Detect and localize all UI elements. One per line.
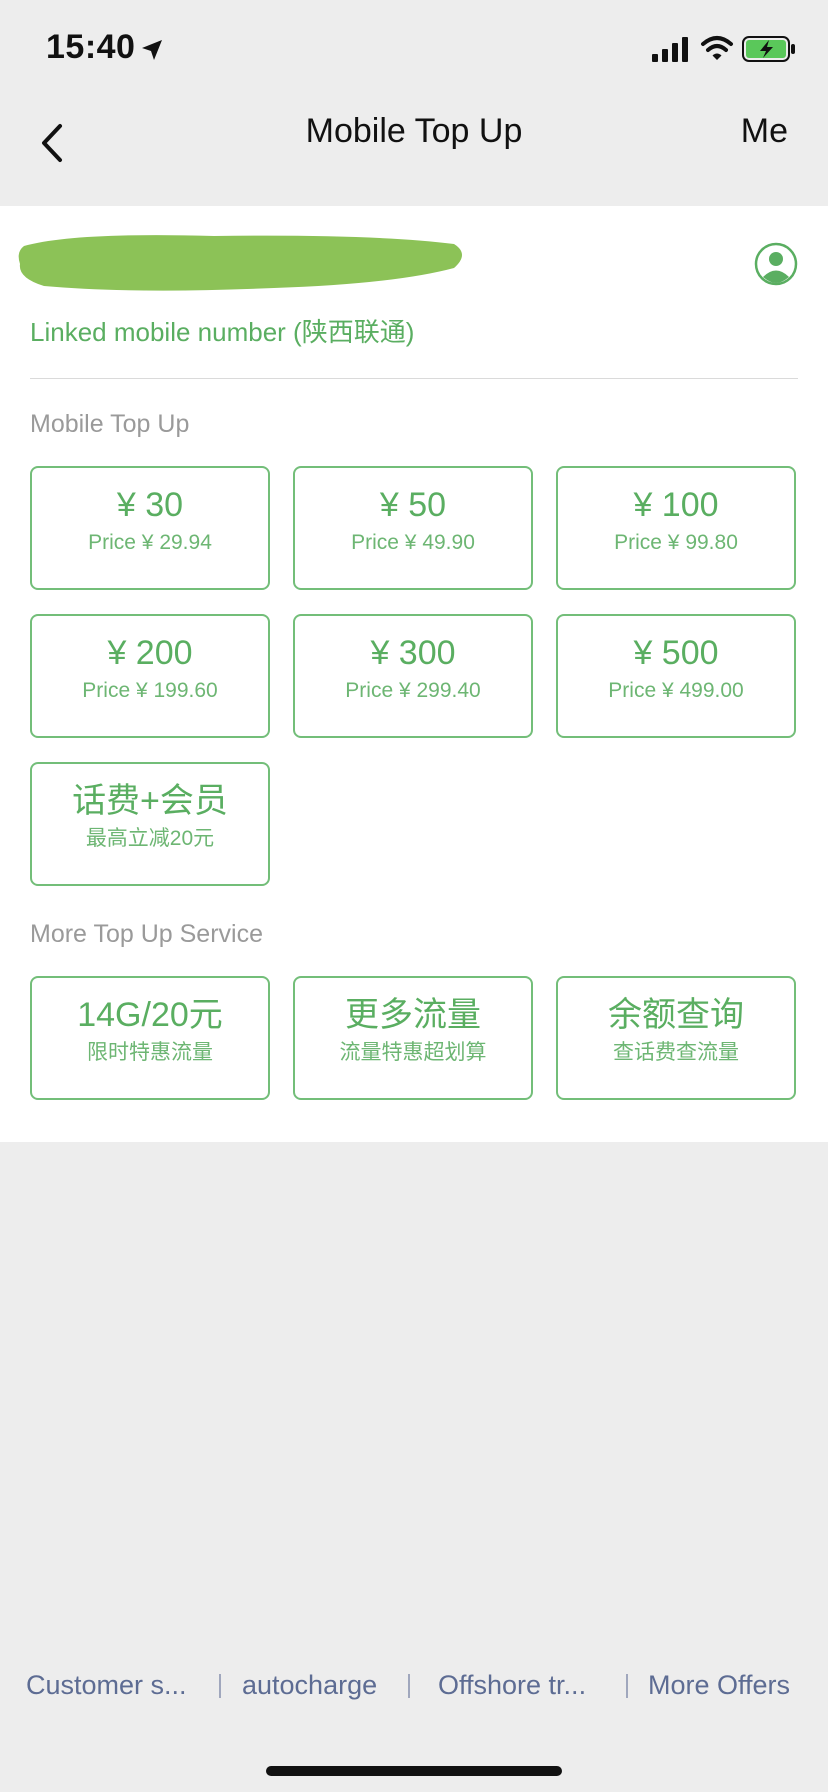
topup-price: Price ¥ 499.00	[608, 679, 744, 702]
topup-card: Linked mobile number (陕西联通) Mobile Top U…	[0, 206, 828, 1142]
topup-option-50[interactable]: ¥ 50 Price ¥ 49.90	[293, 466, 533, 590]
service-subtitle: 限时特惠流量	[87, 1041, 213, 1064]
me-button[interactable]: Me	[741, 112, 788, 151]
service-title: 14G/20元	[77, 996, 223, 1034]
footer-link-more-offers[interactable]: More Offers	[648, 1670, 790, 1701]
topup-amount: ¥ 50	[379, 486, 447, 524]
footer-separator	[408, 1674, 410, 1698]
service-subtitle: 查话费查流量	[613, 1041, 739, 1064]
location-arrow-icon	[142, 40, 162, 60]
topup-option-300[interactable]: ¥ 300 Price ¥ 299.40	[293, 614, 533, 738]
wifi-icon	[701, 36, 733, 60]
status-bar: 15:40	[0, 0, 828, 100]
topup-option-bundle[interactable]: 话费+会员 最高立减20元	[30, 762, 270, 886]
topup-price: Price ¥ 49.90	[351, 531, 475, 554]
footer-link-customer-service[interactable]: Customer s...	[26, 1670, 187, 1701]
topup-price: Price ¥ 29.94	[88, 531, 212, 554]
status-time: 15:40	[46, 28, 136, 66]
service-option-more-data[interactable]: 更多流量 流量特惠超划算	[293, 976, 533, 1100]
topup-price: Price ¥ 99.80	[614, 531, 738, 554]
home-indicator[interactable]	[266, 1766, 562, 1776]
signal-icon	[652, 37, 688, 62]
topup-amount: ¥ 500	[633, 634, 719, 672]
topup-price: Price ¥ 199.60	[82, 679, 218, 702]
divider	[30, 378, 798, 379]
topup-option-30[interactable]: ¥ 30 Price ¥ 29.94	[30, 466, 270, 590]
page-title: Mobile Top Up	[305, 112, 523, 150]
linked-number-label[interactable]: Linked mobile number (陕西联通)	[30, 312, 414, 349]
battery-charging-icon	[742, 36, 795, 62]
service-option-balance[interactable]: 余额查询 查话费查流量	[556, 976, 796, 1100]
topup-option-200[interactable]: ¥ 200 Price ¥ 199.60	[30, 614, 270, 738]
topup-amount: ¥ 30	[116, 486, 184, 524]
section-label-mobile-topup: Mobile Top Up	[30, 410, 190, 438]
footer-separator	[626, 1674, 628, 1698]
redacted-phone-number	[18, 235, 463, 291]
topup-amount: ¥ 300	[370, 634, 456, 672]
footer-link-autocharge[interactable]: autocharge	[242, 1670, 377, 1701]
service-title: 更多流量	[345, 996, 481, 1034]
topup-amount: 话费+会员	[72, 782, 228, 820]
footer-link-offshore[interactable]: Offshore tr...	[438, 1670, 586, 1701]
topup-amount: ¥ 200	[107, 634, 193, 672]
footer-separator	[219, 1674, 221, 1698]
nav-bar: Mobile Top Up Me	[0, 100, 828, 206]
user-avatar-icon[interactable]	[754, 242, 798, 286]
topup-option-500[interactable]: ¥ 500 Price ¥ 499.00	[556, 614, 796, 738]
service-option-data-deal[interactable]: 14G/20元 限时特惠流量	[30, 976, 270, 1100]
topup-price: Price ¥ 299.40	[345, 679, 481, 702]
service-subtitle: 流量特惠超划算	[339, 1041, 487, 1064]
topup-amount: ¥ 100	[633, 486, 719, 524]
service-title: 余额查询	[608, 996, 744, 1034]
section-label-more-service: More Top Up Service	[30, 920, 263, 948]
topup-option-100[interactable]: ¥ 100 Price ¥ 99.80	[556, 466, 796, 590]
topup-price: 最高立减20元	[85, 827, 215, 850]
footer-links: Customer s... autocharge Offshore tr... …	[0, 1662, 828, 1712]
